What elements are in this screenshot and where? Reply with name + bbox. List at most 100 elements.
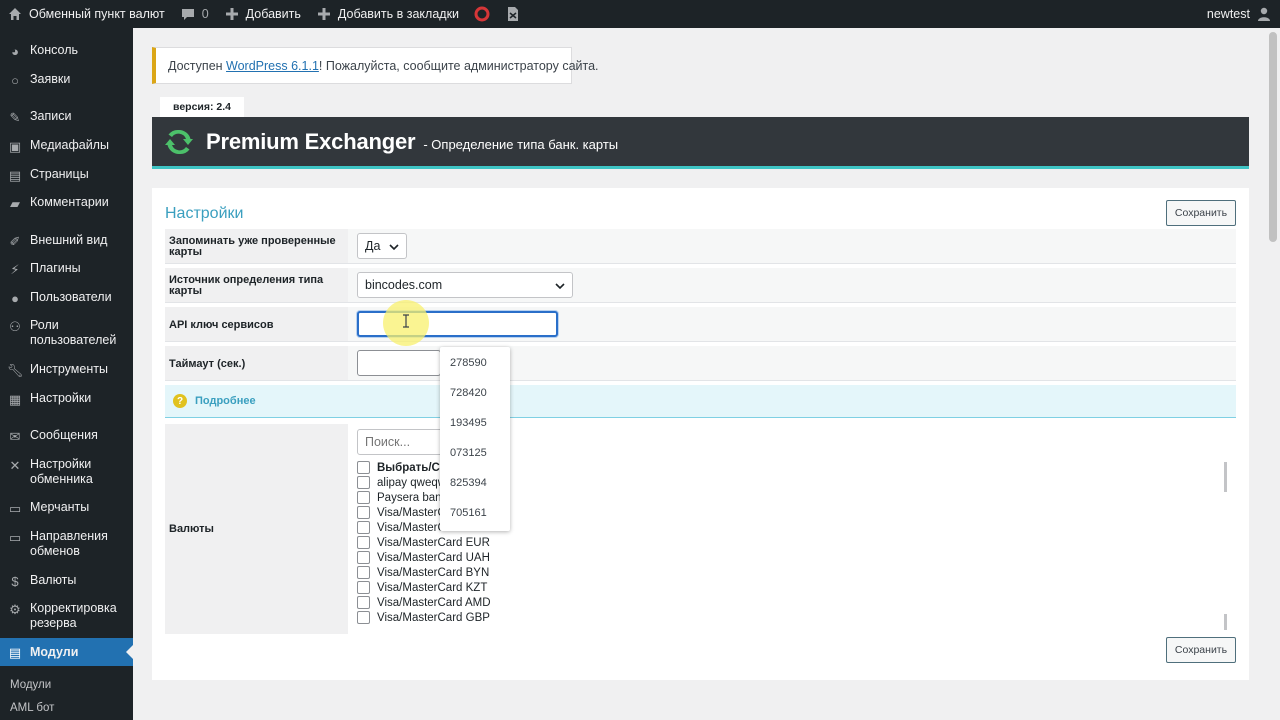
save-button-top[interactable]: Сохранить (1166, 200, 1236, 226)
site-home-link[interactable]: Обменный пункт валют (0, 0, 173, 28)
currency-label: Visa/MasterCard KZT (377, 581, 488, 594)
bookmark-link[interactable]: Добавить в закладки (309, 0, 467, 28)
menu-label: Инструменты (30, 362, 108, 376)
menu-merchants[interactable]: ▭ Мерчанты (0, 500, 133, 516)
circle-icon: ○ (11, 72, 19, 88)
user-icon: ● (11, 290, 19, 306)
menu-label: Сообщения (30, 428, 98, 442)
menu-users[interactable]: ● Пользователи (0, 290, 133, 306)
menu-directions[interactable]: ▭ Направления обменов (0, 529, 133, 559)
timeout-input[interactable] (357, 350, 441, 376)
currencies-row: Валюты Выбрать/Сня alipay qweqw Paysera … (165, 424, 1236, 634)
submenu-modules[interactable]: Модули (10, 679, 51, 691)
currency-item[interactable]: Visa/MasterCard UAH (357, 551, 490, 564)
page-scrollbar[interactable] (1267, 28, 1280, 720)
comment-icon: ▰ (10, 195, 20, 211)
wordpress-update-link[interactable]: WordPress 6.1.1 (226, 59, 319, 73)
currency-item[interactable]: Visa/MasterCard EUR (357, 536, 490, 549)
currency-label: Paysera bank (377, 491, 448, 504)
submenu-aml-bot[interactable]: AML бот (10, 702, 54, 714)
api-key-row: API ключ сервисов (165, 307, 1236, 342)
currency-label: Visa/MasterCard UAH (377, 551, 490, 564)
menu-console[interactable]: ◕ Консоль (0, 43, 133, 59)
checkbox[interactable] (357, 461, 370, 474)
autocomplete-option[interactable]: 073125 (450, 447, 487, 459)
menu-messages[interactable]: ✉ Сообщения (0, 428, 133, 444)
menu-orders[interactable]: ○ Заявки (0, 72, 133, 88)
menu-label: Медиафайлы (30, 138, 109, 152)
currency-item[interactable]: Paysera bank (357, 491, 447, 504)
menu-pages[interactable]: ▤ Страницы (0, 167, 133, 183)
checkbox[interactable] (357, 536, 370, 549)
menu-label: Роли пользователей (30, 318, 117, 347)
menu-comments[interactable]: ▰ Комментарии (0, 195, 133, 211)
opera-link[interactable] (467, 0, 498, 28)
wrench-icon: 🔧︎ (6, 362, 24, 378)
checkbox[interactable] (357, 611, 370, 624)
admin-sidebar: ◕ Консоль ○ Заявки ✎ Записи ▣ Медиафайлы ▤ Ст… (0, 28, 133, 720)
card-source-value: bincodes.com (365, 278, 443, 292)
menu-tools[interactable]: 🔧︎ Инструменты (0, 362, 133, 378)
plugin-title: Premium Exchanger (206, 128, 416, 154)
currency-label: Visa/MasterCard BYN (377, 566, 490, 579)
checkbox[interactable] (357, 506, 370, 519)
autocomplete-option[interactable]: 705161 (450, 507, 487, 519)
timeout-row: Таймаут (сек.) (165, 346, 1236, 381)
save-button-bottom[interactable]: Сохранить (1166, 637, 1236, 663)
menu-exchanger-settings[interactable]: ✕ Настройки обменника (0, 457, 133, 487)
menu-label: Модули (30, 644, 79, 659)
menu-appearance[interactable]: ✐ Внешний вид (0, 233, 133, 249)
currency-search-input[interactable] (357, 429, 447, 455)
currency-item[interactable]: Visa/MasterCard KZT (357, 581, 487, 594)
checkbox[interactable] (357, 491, 370, 504)
menu-currencies[interactable]: $ Валюты (0, 573, 133, 589)
checkbox[interactable] (357, 581, 370, 594)
menu-settings[interactable]: ▦ Настройки (0, 391, 133, 407)
autocomplete-option[interactable]: 278590 (450, 357, 487, 369)
plugin-header: Premium Exchanger - Определение типа бан… (152, 117, 1249, 169)
merchant-icon: ▭ (8, 500, 22, 516)
menu-media[interactable]: ▣ Медиафайлы (0, 138, 133, 154)
currency-item[interactable]: Visa/MasterCard BYN (357, 566, 489, 579)
currency-item[interactable]: Visa/MasterC (357, 506, 446, 519)
more-info-row: ? Подробнее (165, 385, 1236, 418)
checkbox[interactable] (357, 551, 370, 564)
card-source-select[interactable]: bincodes.com (357, 272, 573, 298)
currency-item[interactable]: Visa/MasterCard GBP (357, 611, 490, 624)
menu-label: Корректировка резерва (30, 601, 117, 630)
currency-item[interactable]: Visa/MasterCard AMD (357, 596, 491, 609)
menu-modules[interactable]: ▤ Модули (0, 638, 133, 666)
autocomplete-option[interactable]: 728420 (450, 387, 487, 399)
page-scrollbar-thumb[interactable] (1269, 32, 1277, 242)
settings-title: Настройки (165, 205, 244, 222)
currencies-scrollbar-thumb[interactable] (1224, 462, 1227, 492)
more-info-link[interactable]: Подробнее (195, 395, 256, 407)
settings-icon: ▦ (8, 391, 22, 407)
menu-posts[interactable]: ✎ Записи (0, 109, 133, 125)
exchange-logo-icon (165, 129, 193, 154)
notice-prefix: Доступен (168, 59, 227, 73)
document-link[interactable] (498, 0, 529, 28)
autocomplete-option[interactable]: 825394 (450, 477, 487, 489)
remember-cards-select[interactable]: Да (357, 233, 407, 259)
menu-label: Пользователи (30, 290, 112, 304)
checkbox[interactable] (357, 476, 370, 489)
currency-item[interactable]: Visa/MasterC (357, 521, 446, 534)
comments-link[interactable]: 0 (173, 0, 217, 28)
checkbox[interactable] (357, 596, 370, 609)
checkbox[interactable] (357, 566, 370, 579)
remember-cards-label: Запоминать уже проверенные карты (169, 235, 336, 258)
currency-label: Visa/MasterCard AMD (377, 596, 491, 609)
settings-panel: Настройки Сохранить Запоминать уже прове… (152, 188, 1249, 680)
menu-roles[interactable]: ⚇ Роли пользователей (0, 318, 133, 348)
add-new-link[interactable]: Добавить (217, 0, 309, 28)
user-menu[interactable]: newtest (1200, 0, 1280, 28)
username: newtest (1206, 7, 1250, 21)
autocomplete-option[interactable]: 193495 (450, 417, 487, 429)
currencies-scrollbar-end[interactable] (1224, 614, 1227, 630)
currency-item[interactable]: alipay qweqw (357, 476, 446, 489)
admin-bar: Обменный пункт валют 0 Добавить Добавить… (0, 0, 1280, 28)
menu-reserve[interactable]: ⚙ Корректировка резерва (0, 601, 133, 631)
checkbox[interactable] (357, 521, 370, 534)
menu-plugins[interactable]: ⚡ Плагины (0, 261, 133, 277)
